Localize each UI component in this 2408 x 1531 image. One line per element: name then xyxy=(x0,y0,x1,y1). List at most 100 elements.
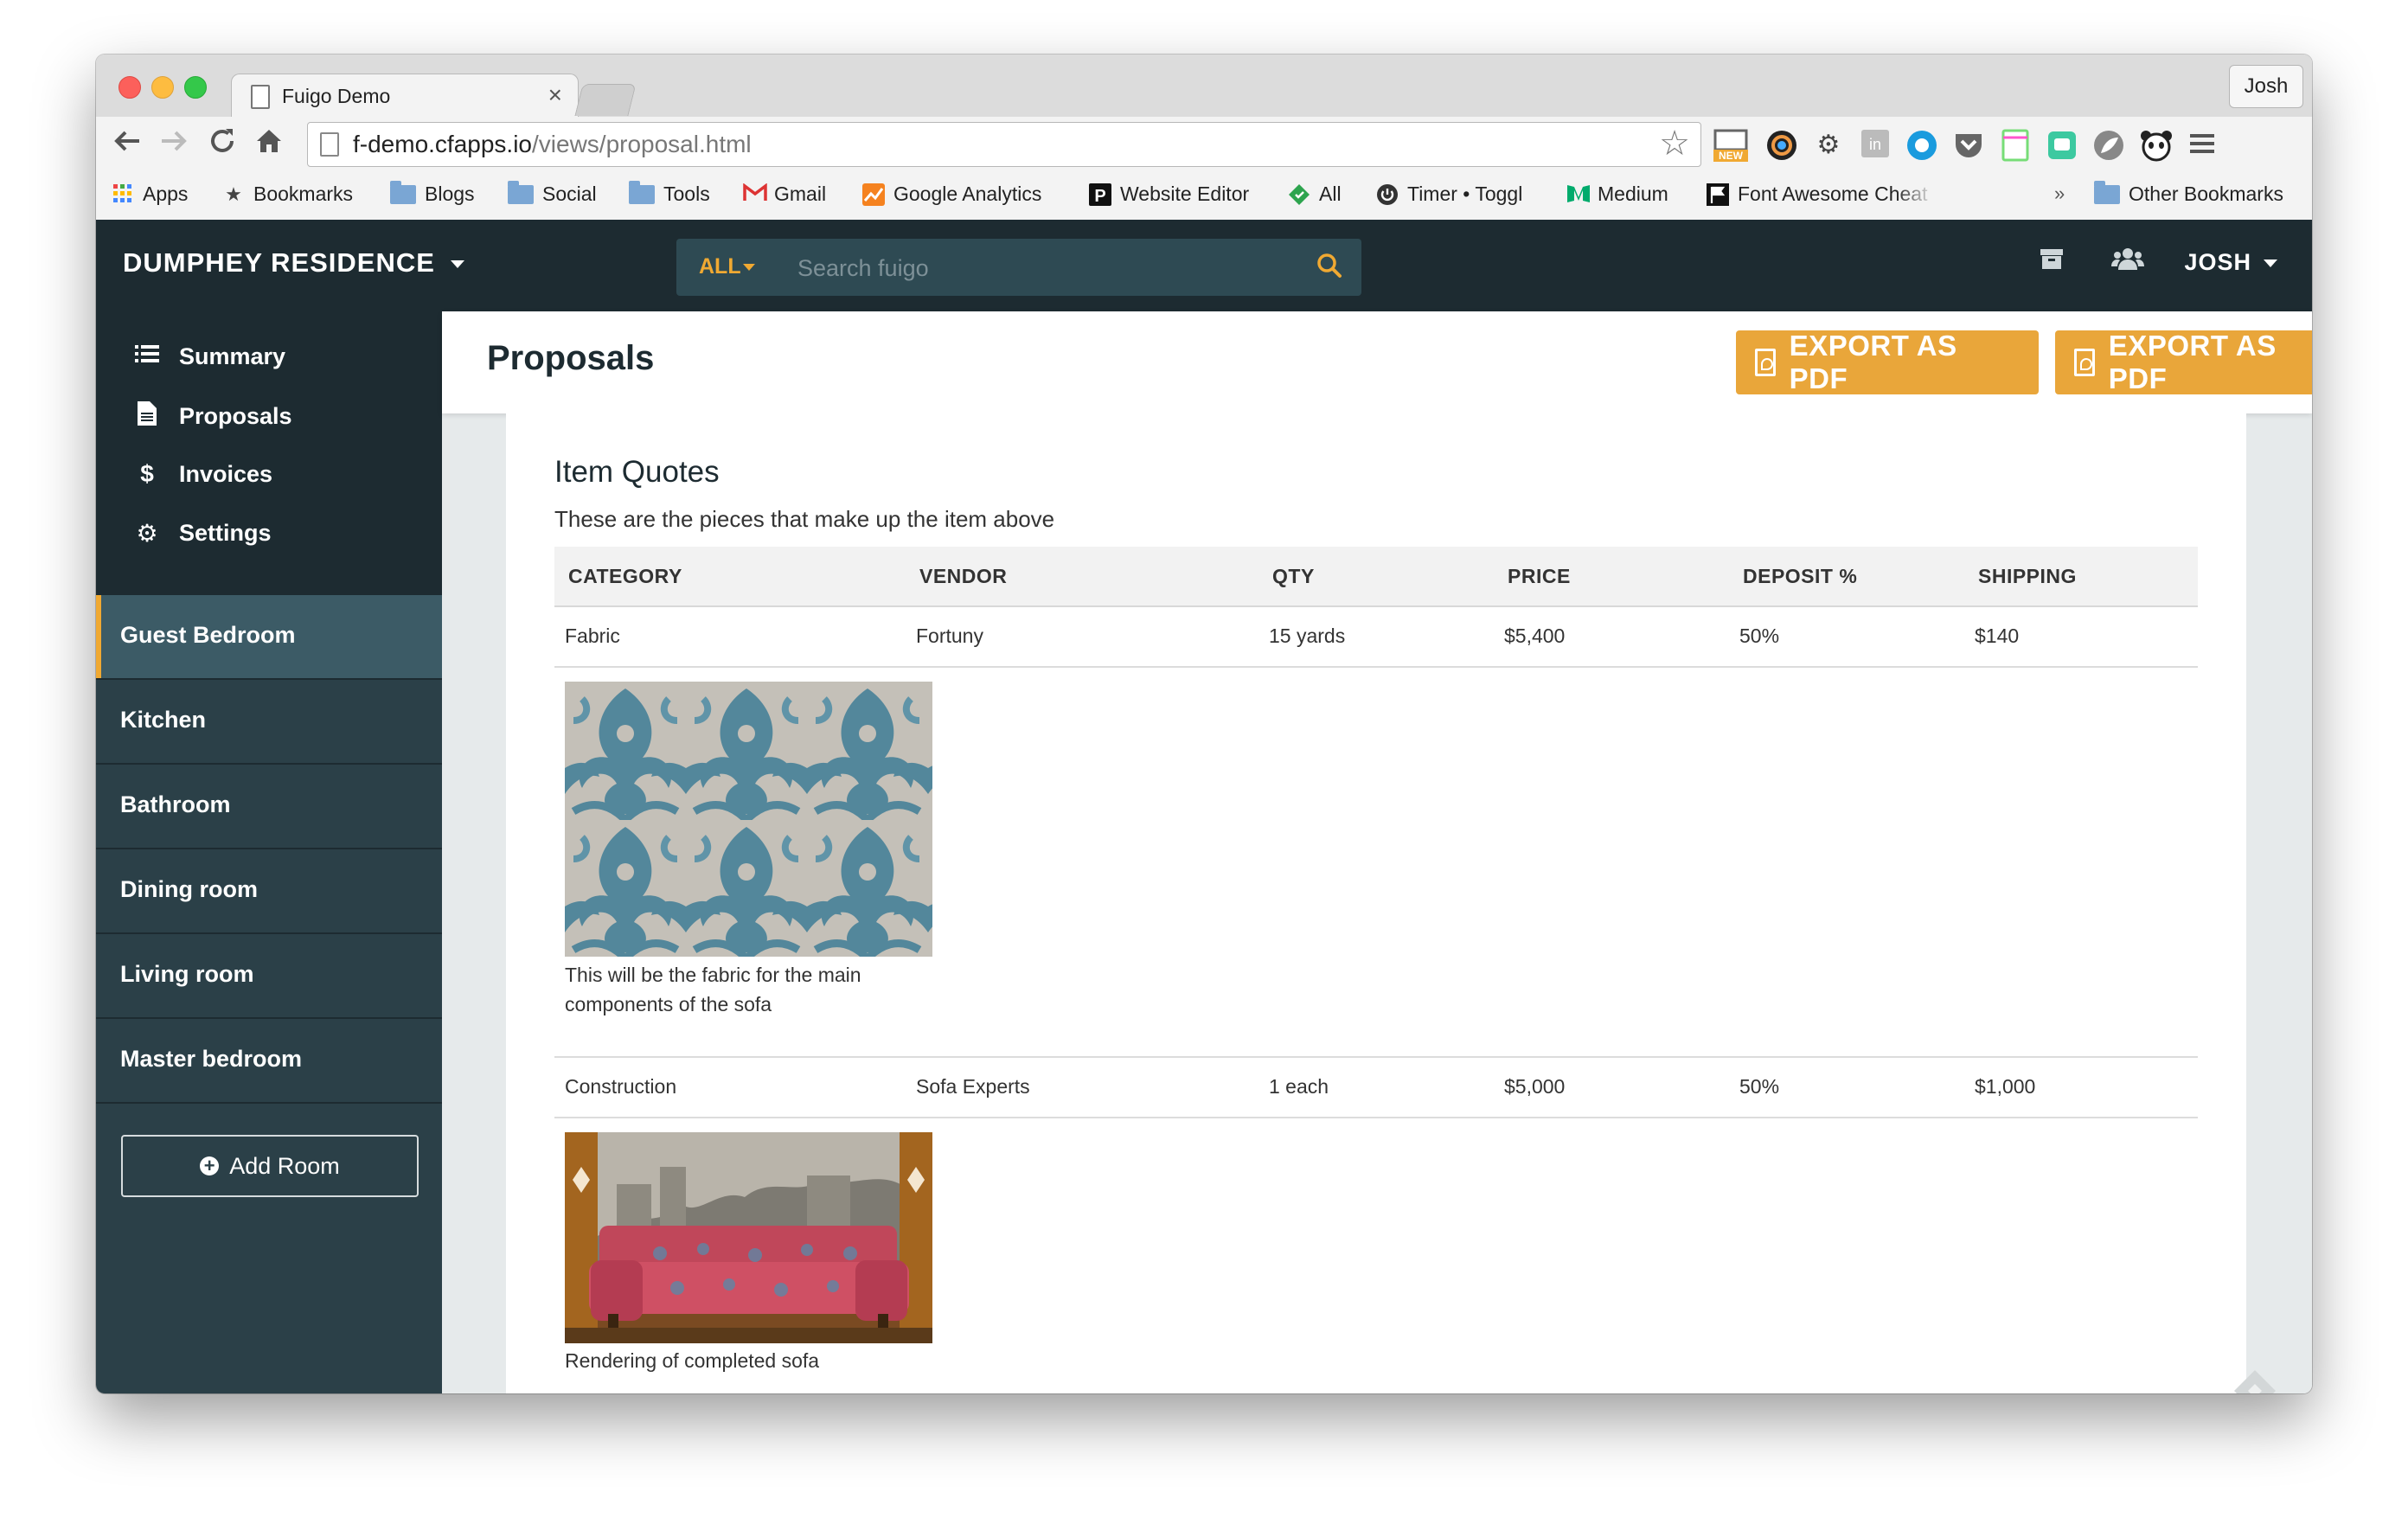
bookmark-bookmarks[interactable]: ★ Bookmarks xyxy=(222,183,353,206)
page-icon xyxy=(251,85,270,109)
cell-price: $5,000 xyxy=(1504,1075,1566,1098)
back-icon[interactable] xyxy=(112,125,143,165)
app-viewport: DUMPHEY RESIDENCE ALL JOSH xyxy=(96,220,2312,1393)
project-switcher[interactable]: DUMPHEY RESIDENCE xyxy=(123,247,464,279)
bookmarks-overflow-chevron[interactable]: » xyxy=(2054,183,2065,205)
fabric-swatch-image[interactable] xyxy=(565,682,932,957)
page-title: Proposals xyxy=(487,339,655,377)
cell-category: Construction xyxy=(565,1075,677,1098)
power-icon xyxy=(1376,183,1399,206)
bookmark-tools[interactable]: Tools xyxy=(629,180,710,206)
color-picker-extension-icon[interactable] xyxy=(1765,129,1798,162)
nav-item-summary[interactable]: Summary xyxy=(134,343,285,370)
table-row[interactable]: Construction Sofa Experts 1 each $5,000 … xyxy=(554,1056,2198,1118)
chrome-menu-icon[interactable] xyxy=(2186,129,2219,162)
reload-icon[interactable] xyxy=(207,125,238,165)
profile-button[interactable]: Josh xyxy=(2229,65,2303,108)
zoom-window-button[interactable] xyxy=(184,76,207,99)
bookmark-apps[interactable]: Apps xyxy=(112,183,188,206)
bookmark-font-awesome[interactable]: Font Awesome Cheat xyxy=(1707,183,1935,206)
item-quotes-card: Item Quotes These are the pieces that ma… xyxy=(506,413,2246,1393)
panda-extension-icon[interactable] xyxy=(2139,129,2172,162)
plus-circle-icon: + xyxy=(200,1156,220,1175)
cell-vendor: Fortuny xyxy=(916,625,983,647)
room-item-living-room[interactable]: Living room xyxy=(96,934,442,1019)
browser-toolbar: f-demo.cfapps.io/views/proposal.html ☆ N… xyxy=(96,117,2312,172)
bookmark-toggl[interactable]: Timer • Toggl xyxy=(1376,183,1522,206)
export-pdf-button[interactable]: EXPORT AS PDF xyxy=(2055,330,2312,394)
bookmark-other-bookmarks[interactable]: Other Bookmarks xyxy=(2094,180,2283,206)
bookmark-social[interactable]: Social xyxy=(508,180,597,206)
minimize-window-button[interactable] xyxy=(151,76,174,99)
nav-item-proposals[interactable]: Proposals xyxy=(134,401,292,432)
address-bar[interactable]: f-demo.cfapps.io/views/proposal.html ☆ xyxy=(307,122,1701,167)
bookmark-website-editor[interactable]: P Website Editor xyxy=(1089,183,1249,206)
circle-extension-icon[interactable] xyxy=(1905,129,1938,162)
table-header: CATEGORY VENDOR QTY PRICE DEPOSIT % SHIP… xyxy=(554,547,2198,607)
section-title: Item Quotes xyxy=(554,455,720,489)
column-header: VENDOR xyxy=(919,565,1008,587)
robot-extension-icon[interactable] xyxy=(2046,129,2078,162)
tab-strip: Fuigo Demo × Josh xyxy=(96,54,2312,118)
cell-vendor: Sofa Experts xyxy=(916,1075,1030,1098)
folder-icon xyxy=(629,180,655,204)
archive-icon[interactable] xyxy=(2039,246,2065,279)
feedback-tag-icon[interactable] xyxy=(2232,1368,2277,1393)
column-header: DEPOSIT % xyxy=(1743,565,1858,587)
gear-extension-icon[interactable]: ⚙ xyxy=(1812,129,1845,162)
linkedin-extension-icon[interactable]: in xyxy=(1859,129,1892,162)
notes-extension-icon[interactable] xyxy=(1999,129,2032,162)
bookmark-blogs[interactable]: Blogs xyxy=(390,180,475,206)
room-item-dining-room[interactable]: Dining room xyxy=(96,849,442,934)
flag-icon xyxy=(1707,183,1729,206)
new-extension-icon[interactable]: NEW xyxy=(1710,129,1752,162)
search-icon[interactable] xyxy=(1315,251,1344,285)
app-navbar: DUMPHEY RESIDENCE ALL JOSH xyxy=(96,220,2312,311)
column-header: PRICE xyxy=(1508,565,1571,587)
table-row[interactable]: Fabric Fortuny 15 yards $5,400 50% $140 xyxy=(554,605,2198,668)
room-item-bathroom[interactable]: Bathroom xyxy=(96,765,442,849)
page-header: Proposals EXPORT AS PDF EXPORT AS PDF xyxy=(442,311,2312,413)
search-input[interactable] xyxy=(796,251,1284,285)
room-item-master-bedroom[interactable]: Master bedroom xyxy=(96,1019,442,1104)
room-item-guest-bedroom[interactable]: Guest Bedroom xyxy=(96,595,442,680)
sofa-rendering-image[interactable] xyxy=(565,1132,932,1343)
bookmark-gmail[interactable]: Gmail xyxy=(743,183,826,206)
page-icon xyxy=(320,132,339,157)
column-header: QTY xyxy=(1272,565,1315,587)
bookmark-medium[interactable]: Medium xyxy=(1566,183,1668,206)
sidebar: Summary Proposals $ Invoices ⚙ Settings xyxy=(96,311,442,1393)
nav-item-invoices[interactable]: $ Invoices xyxy=(134,460,272,488)
nav-item-settings[interactable]: ⚙ Settings xyxy=(134,519,271,548)
analytics-icon xyxy=(862,183,885,206)
p-logo-icon: P xyxy=(1089,183,1111,206)
new-badge: NEW xyxy=(1719,150,1744,162)
document-icon xyxy=(134,401,160,432)
room-item-kitchen[interactable]: Kitchen xyxy=(96,680,442,765)
leaf-extension-icon[interactable] xyxy=(2092,129,2125,162)
tab-close-icon[interactable]: × xyxy=(548,81,562,109)
users-icon[interactable] xyxy=(2111,246,2144,280)
close-window-button[interactable] xyxy=(118,76,141,99)
user-menu[interactable]: JOSH xyxy=(2184,249,2277,276)
pocket-extension-icon[interactable] xyxy=(1952,129,1985,162)
bookmark-star-icon[interactable]: ☆ xyxy=(1659,125,1690,163)
apps-grid-icon xyxy=(112,183,134,206)
cell-deposit: 50% xyxy=(1739,1075,1780,1098)
search-filter-dropdown[interactable]: ALL xyxy=(699,254,755,279)
file-pdf-icon xyxy=(2074,349,2095,376)
cell-qty: 1 each xyxy=(1269,1075,1329,1098)
add-room-button[interactable]: + Add Room xyxy=(121,1135,419,1197)
fabric-image-caption: This will be the fabric for the main com… xyxy=(565,964,861,1015)
bookmark-all[interactable]: All xyxy=(1288,183,1342,206)
svg-text:in: in xyxy=(1869,136,1881,153)
home-icon[interactable] xyxy=(253,125,285,165)
bookmark-google-analytics[interactable]: Google Analytics xyxy=(862,183,1041,206)
tab-title: Fuigo Demo xyxy=(282,85,391,107)
list-icon xyxy=(134,343,160,370)
forward-icon[interactable] xyxy=(158,125,189,165)
browser-tab[interactable]: Fuigo Demo × xyxy=(231,74,579,118)
cell-deposit: 50% xyxy=(1739,625,1780,647)
export-pdf-button[interactable]: EXPORT AS PDF xyxy=(1736,330,2039,394)
new-tab-button[interactable] xyxy=(574,84,637,116)
